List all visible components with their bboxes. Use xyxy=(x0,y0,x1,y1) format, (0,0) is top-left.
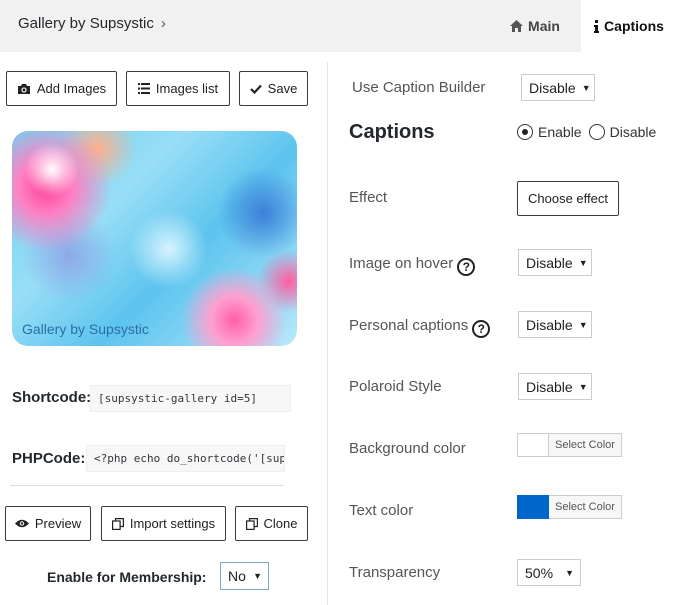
captions-radio-group: Enable Disable xyxy=(517,124,656,140)
list-icon xyxy=(137,83,150,94)
transparency-select[interactable]: 50% ▼ xyxy=(517,559,581,586)
info-icon xyxy=(594,19,600,33)
choose-effect-button[interactable]: Choose effect xyxy=(517,181,619,216)
text-color-label: Text color xyxy=(349,502,414,519)
text-select-color-button[interactable]: Select Color xyxy=(549,495,622,519)
effect-label: Effect xyxy=(349,189,388,206)
background-select-color-button[interactable]: Select Color xyxy=(549,433,622,457)
chevron-right-icon: › xyxy=(160,15,166,32)
captions-disable-radio[interactable] xyxy=(588,124,605,140)
clone-button[interactable]: Clone xyxy=(235,506,308,541)
images-list-button[interactable]: Images list xyxy=(126,71,230,106)
help-icon[interactable]: ? xyxy=(457,258,476,276)
dropdown-arrow-icon: ▼ xyxy=(253,571,262,581)
image-on-hover-select[interactable]: Disable ▼ xyxy=(518,249,592,276)
breadcrumb-title: Gallery by Supsystic xyxy=(18,15,154,32)
copy-icon xyxy=(111,517,124,530)
tab-main-label: Main xyxy=(528,18,560,34)
phpcode-field[interactable]: <?php echo do_shortcode('[supsystic-gall… xyxy=(86,445,285,472)
tab-captions[interactable]: Captions xyxy=(581,0,677,52)
tab-main[interactable]: Main xyxy=(490,0,580,52)
preview-button[interactable]: Preview xyxy=(5,506,91,541)
captions-enable-label: Enable xyxy=(538,124,582,140)
image-on-hover-label: Image on hover? xyxy=(349,255,476,276)
phpcode-label: PHPCode: xyxy=(12,450,86,467)
checkmark-icon xyxy=(249,84,262,94)
text-color-picker[interactable]: Select Color xyxy=(517,495,622,519)
background-color-picker[interactable]: Select Color xyxy=(517,433,622,457)
transparency-label: Transparency xyxy=(349,564,441,581)
personal-captions-select[interactable]: Disable ▼ xyxy=(518,311,592,338)
dropdown-arrow-icon: ▼ xyxy=(578,319,588,330)
shortcode-field[interactable]: [supsystic-gallery id=5] xyxy=(90,385,291,412)
caption-builder-label: Use Caption Builder xyxy=(352,79,486,96)
breadcrumb[interactable]: Gallery by Supsystic › xyxy=(18,15,166,32)
camera-icon xyxy=(17,83,30,94)
divider-line xyxy=(10,485,284,486)
home-icon xyxy=(510,20,524,32)
tab-captions-label: Captions xyxy=(604,18,664,34)
dropdown-arrow-icon: ▼ xyxy=(581,82,591,93)
gallery-preview-caption: Gallery by Supsystic xyxy=(22,321,149,337)
gallery-preview-image[interactable] xyxy=(12,131,297,346)
captions-disable-label: Disable xyxy=(609,124,657,140)
polaroid-style-label: Polaroid Style xyxy=(349,378,442,395)
import-settings-button[interactable]: Import settings xyxy=(101,506,226,541)
personal-captions-label: Personal captions? xyxy=(349,317,491,338)
caption-builder-select[interactable]: Disable ▼ xyxy=(521,74,595,101)
clone-icon xyxy=(245,517,258,530)
shortcode-label: Shortcode: xyxy=(12,389,92,406)
background-color-swatch[interactable] xyxy=(517,433,549,457)
polaroid-style-select[interactable]: Disable ▼ xyxy=(518,373,592,400)
dropdown-arrow-icon: ▼ xyxy=(565,567,574,578)
add-images-button[interactable]: Add Images xyxy=(6,71,117,106)
help-icon[interactable]: ? xyxy=(472,320,491,338)
column-divider xyxy=(327,62,328,605)
text-color-swatch[interactable] xyxy=(517,495,549,519)
captions-heading: Captions xyxy=(349,121,435,143)
background-color-label: Background color xyxy=(349,440,466,457)
eye-icon xyxy=(14,519,29,528)
dropdown-arrow-icon: ▼ xyxy=(578,381,588,392)
membership-label: Enable for Membership: xyxy=(47,569,207,585)
membership-select[interactable]: No ▼ xyxy=(220,562,269,590)
dropdown-arrow-icon: ▼ xyxy=(578,257,588,268)
save-button[interactable]: Save xyxy=(239,71,308,106)
captions-enable-radio[interactable] xyxy=(517,124,533,140)
